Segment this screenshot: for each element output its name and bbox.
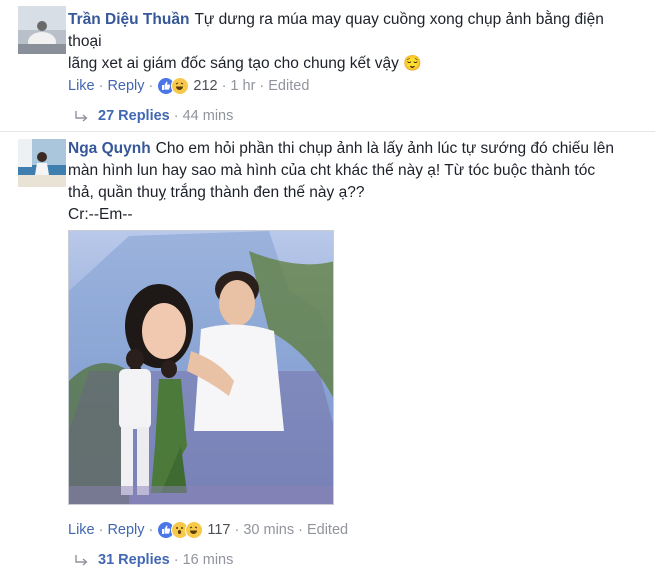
replies-row[interactable]: 31 Replies · 16 mins	[74, 552, 233, 568]
separator: ·	[234, 522, 240, 538]
haha-reaction-icon	[171, 77, 190, 95]
separator: ·	[98, 78, 104, 94]
reaction-icons[interactable]	[157, 521, 204, 539]
reaction-icons[interactable]	[157, 77, 190, 95]
reply-link[interactable]: Reply	[107, 78, 144, 94]
replies-time: 44 mins	[182, 108, 234, 124]
comment-actions: Like · Reply · 117 · 30 mins · Edited	[68, 521, 348, 539]
avatar[interactable]	[18, 139, 66, 187]
comment-text-line: lãng xet ai giám đốc sáng tạo cho chung …	[68, 55, 399, 72]
replies-row[interactable]: 27 Replies · 44 mins	[74, 108, 233, 124]
separator: ·	[298, 522, 303, 538]
edited-label[interactable]: Edited	[307, 522, 348, 538]
comment-text-line: Cr:--Em--	[68, 206, 133, 223]
comment-actions: Like · Reply · 212 · 1 hr · Edited	[68, 77, 309, 95]
reply-arrow-icon	[75, 555, 88, 566]
like-link[interactable]: Like	[68, 78, 95, 94]
comment-body: Nga Quynh Cho em hỏi phần thi chụp ảnh là…	[68, 138, 653, 226]
like-link[interactable]: Like	[68, 522, 95, 538]
comment-text-line: Cho em hỏi phần thi chụp ảnh là lấy ảnh …	[155, 140, 614, 157]
comment-author[interactable]: Trần Diệu Thuần	[68, 11, 189, 28]
haha-reaction-icon	[185, 521, 204, 539]
separator: ·	[173, 108, 179, 124]
reaction-count[interactable]: 117	[207, 522, 230, 538]
reply-link[interactable]: Reply	[107, 522, 144, 538]
separator: ·	[259, 78, 265, 94]
view-replies-link[interactable]: 27 Replies	[98, 108, 170, 124]
comment-time[interactable]: 1 hr	[230, 78, 255, 94]
separator: ·	[98, 522, 104, 538]
separator: ·	[148, 522, 154, 538]
replies-time: 16 mins	[182, 552, 234, 568]
comment-author[interactable]: Nga Quynh	[68, 140, 151, 157]
view-replies-link[interactable]: 31 Replies	[98, 552, 170, 568]
comment-text-line: Tự dưng ra múa may quay cuồng xong chụp …	[194, 11, 604, 28]
comment-text-line: thả, quần thuỵ trắng thành đen thế này ạ…	[68, 184, 365, 201]
avatar-image	[18, 139, 66, 187]
edited-label[interactable]: Edited	[268, 78, 309, 94]
avatar[interactable]	[18, 6, 66, 54]
comment-body: Trần Diệu Thuần Tự dưng ra múa may quay c…	[68, 9, 648, 75]
comment-text-line: thoại	[68, 33, 102, 50]
reaction-count[interactable]: 212	[193, 78, 217, 94]
comment-1: Trần Diệu Thuần Tự dưng ra múa may quay c…	[0, 0, 655, 130]
separator: ·	[148, 78, 154, 94]
relieved-emoji: 😌	[403, 55, 422, 72]
attached-photo[interactable]	[68, 230, 334, 505]
photo-image	[69, 231, 333, 504]
comment-text-line: màn hình lun hay sao mà hình của cht khá…	[68, 162, 596, 179]
reply-arrow-icon	[75, 111, 88, 122]
avatar-image	[18, 6, 66, 54]
comment-time[interactable]: 30 mins	[243, 522, 294, 538]
separator: ·	[173, 552, 179, 568]
separator: ·	[221, 78, 227, 94]
